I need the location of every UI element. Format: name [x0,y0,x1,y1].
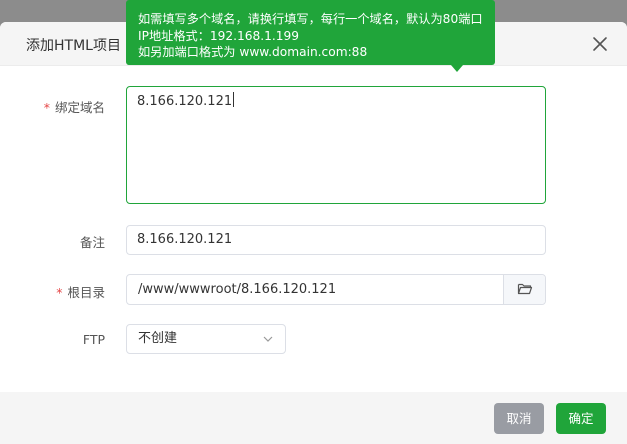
remark-value: 8.166.120.121 [137,232,233,247]
tooltip-arrow [451,65,463,72]
root-path-value: /www/wwwroot/8.166.120.121 [138,282,337,297]
close-icon [593,37,607,51]
add-html-project-dialog: 添加HTML项目 * 绑定域名 8.166.120.121 备注 8.166.12… [0,22,627,444]
tooltip-line-1: 如需填写多个域名，请换行填写，每行一个域名，默认为80端口 [138,12,483,26]
cancel-button[interactable]: 取消 [494,403,544,434]
ftp-label: FTP [82,332,105,347]
remark-label: 备注 [79,235,105,250]
domain-help-tooltip: 如需填写多个域名，请换行填写，每行一个域名，默认为80端口 IP地址格式：192… [126,0,495,72]
text-caret [233,92,235,107]
root-path-input[interactable]: /www/wwwroot/8.166.120.121 [126,274,546,305]
ftp-select[interactable]: 不创建 [126,324,286,354]
dialog-footer: 取消 确定 [0,392,627,444]
required-mark: * [43,100,50,115]
remark-input[interactable]: 8.166.120.121 [126,225,546,255]
dialog-title: 添加HTML项目 [26,38,121,54]
tooltip-line-2: IP地址格式：192.168.1.199 [138,28,300,43]
folder-icon [517,283,533,295]
domain-label-text: 绑定域名 [54,100,105,115]
browse-folder-button[interactable] [503,275,545,304]
domain-value: 8.166.120.121 [137,94,233,109]
ftp-selected-value: 不创建 [138,331,178,346]
root-label: * 根目录 [56,282,105,301]
close-button[interactable] [590,34,610,54]
domain-label: * 绑定域名 [44,97,105,116]
chevron-down-icon [263,336,273,342]
confirm-button[interactable]: 确定 [556,403,606,434]
domain-textarea[interactable]: 8.166.120.121 [126,86,546,204]
tooltip-line-3: 如另加端口格式为 www.domain.com:88 [138,45,368,59]
required-mark: * [56,285,63,300]
root-label-text: 根目录 [67,285,105,300]
